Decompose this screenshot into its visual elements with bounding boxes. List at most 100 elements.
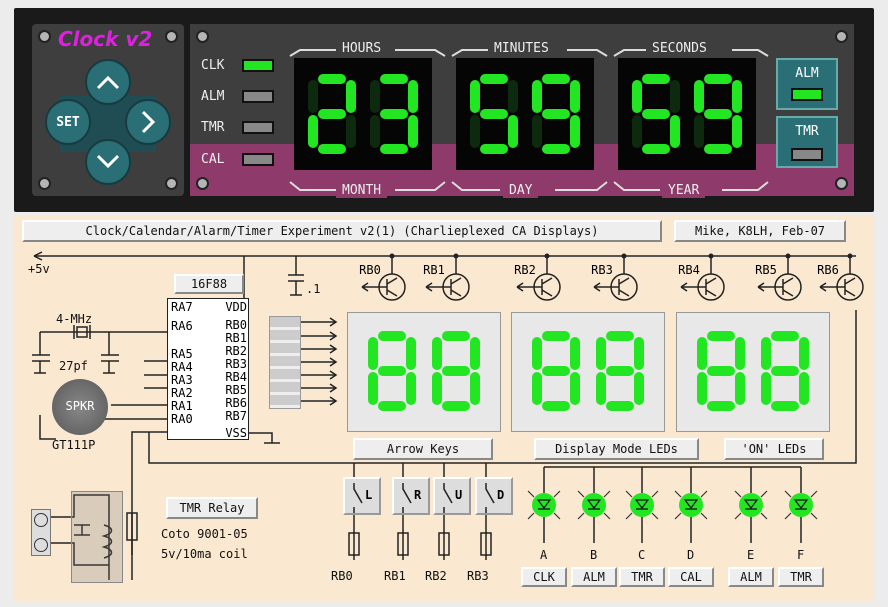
set-button-label: SET	[56, 115, 80, 130]
segment-b	[570, 337, 580, 370]
led-letter: B	[590, 548, 598, 562]
segment-g	[378, 366, 406, 376]
switch-icon	[443, 483, 453, 513]
speaker-label: SPKR	[65, 399, 95, 413]
transistor-label: RB3	[591, 263, 613, 277]
display-module-3	[676, 312, 830, 432]
segment-a	[642, 74, 670, 84]
switch-icon	[485, 483, 495, 513]
led-letter: C	[638, 548, 646, 562]
led-button-tmr[interactable]: TMR	[778, 567, 824, 587]
down-arrow-button[interactable]	[85, 139, 131, 185]
section-on-leds: 'ON' LEDs	[724, 438, 824, 460]
switch-icon	[353, 483, 363, 513]
segment-g	[442, 366, 470, 376]
segment-c	[408, 115, 418, 148]
segment-b	[799, 337, 809, 370]
label-seconds: SECONDS	[646, 41, 713, 56]
segment-g	[771, 366, 799, 376]
switch-u[interactable]: U	[433, 477, 471, 515]
chip-pin-rb6: RB6	[225, 396, 247, 410]
chip-pin-ra2: RA2	[171, 386, 193, 400]
led-button-cal[interactable]: CAL	[668, 567, 714, 587]
segment-d	[480, 144, 508, 154]
tmr-button[interactable]: TMR	[776, 116, 838, 168]
segment-g	[318, 109, 346, 119]
segment-d	[380, 144, 408, 154]
segment-c	[570, 372, 580, 405]
label-month: MONTH	[336, 183, 388, 198]
crystal-caps-label: 27pf	[59, 359, 88, 373]
switch-label: L	[365, 488, 373, 502]
segment-g	[707, 366, 735, 376]
segment-b	[508, 80, 518, 113]
switch-r[interactable]: R	[392, 477, 430, 515]
segment-d	[642, 144, 670, 154]
led-button-tmr[interactable]: TMR	[619, 567, 665, 587]
display-module-1	[347, 312, 501, 432]
segment-f	[596, 337, 606, 370]
pic-chip: RA7 RA6 RA5 RA4 RA3 RA2 RA1 RA0 VDD RB0 RB1 RB2 RB3…	[167, 298, 249, 440]
switch-l[interactable]: L	[343, 477, 381, 515]
display-module-2	[511, 312, 665, 432]
led-a	[526, 487, 562, 523]
segment-c	[735, 372, 745, 405]
segment-a	[771, 331, 799, 341]
switch-d[interactable]: D	[475, 477, 513, 515]
tmr-button-label: TMR	[795, 124, 819, 139]
speaker: SPKR	[52, 379, 108, 435]
segment-a	[542, 74, 570, 84]
hours-display	[294, 58, 432, 170]
segment-c	[346, 115, 356, 148]
chip-pin-rb2: RB2	[225, 344, 247, 358]
led-button-alm[interactable]: ALM	[728, 567, 774, 587]
led-button-clk[interactable]: CLK	[521, 567, 567, 587]
switch-label: U	[455, 488, 463, 502]
switch-pin-label: RB0	[331, 569, 353, 583]
segment-b	[346, 80, 356, 113]
relay-desc-2: 5v/10ma coil	[161, 547, 248, 561]
segment-f	[694, 80, 704, 113]
segment-e	[308, 115, 318, 148]
segment-c	[470, 372, 480, 405]
segment-a	[707, 331, 735, 341]
transistor-row: RB0 RB1 RB2 RB3 RB4 RB5 RB6	[359, 253, 864, 301]
transistor-label: RB5	[755, 263, 777, 277]
segment-c	[634, 372, 644, 405]
segment-f	[370, 80, 380, 113]
relay-desc-1: Coto 9001-05	[161, 527, 248, 541]
segment-c	[508, 115, 518, 148]
transistor-label: RB1	[423, 263, 445, 277]
schematic-panel: Clock/Calendar/Alarm/Timer Experiment v2…	[14, 215, 874, 601]
chip-pin-rb4: RB4	[225, 370, 247, 384]
chip-pin-ra5: RA5	[171, 347, 193, 361]
segment-g	[704, 109, 732, 119]
segment-e	[694, 115, 704, 148]
switch-label: D	[497, 488, 505, 502]
segment-e	[532, 115, 542, 148]
cap-label: .1	[306, 282, 321, 296]
led-button-alm[interactable]: ALM	[571, 567, 617, 587]
segment-g	[480, 109, 508, 119]
segment-b	[570, 80, 580, 113]
chip-pin-vdd: VDD	[225, 300, 247, 314]
led-d	[673, 487, 709, 523]
segment-a	[606, 331, 634, 341]
segment-f	[432, 337, 442, 370]
segment-d	[442, 401, 470, 411]
segment-b	[735, 337, 745, 370]
segment-d	[707, 401, 735, 411]
segment-g	[380, 109, 408, 119]
led-letter: E	[747, 548, 755, 562]
chip-pin-rb1: RB1	[225, 331, 247, 345]
right-arrow-button[interactable]	[125, 99, 171, 145]
segment-d	[378, 401, 406, 411]
arrow-keypad	[45, 59, 171, 185]
up-arrow-button[interactable]	[85, 59, 131, 105]
switch-pin-label: RB2	[425, 569, 447, 583]
chip-name: 16F88	[174, 274, 244, 294]
section-display-mode-leds: Display Mode LEDs	[534, 438, 699, 460]
segment-a	[480, 74, 508, 84]
alm-button[interactable]: ALM	[776, 58, 838, 110]
segment-d	[542, 401, 570, 411]
